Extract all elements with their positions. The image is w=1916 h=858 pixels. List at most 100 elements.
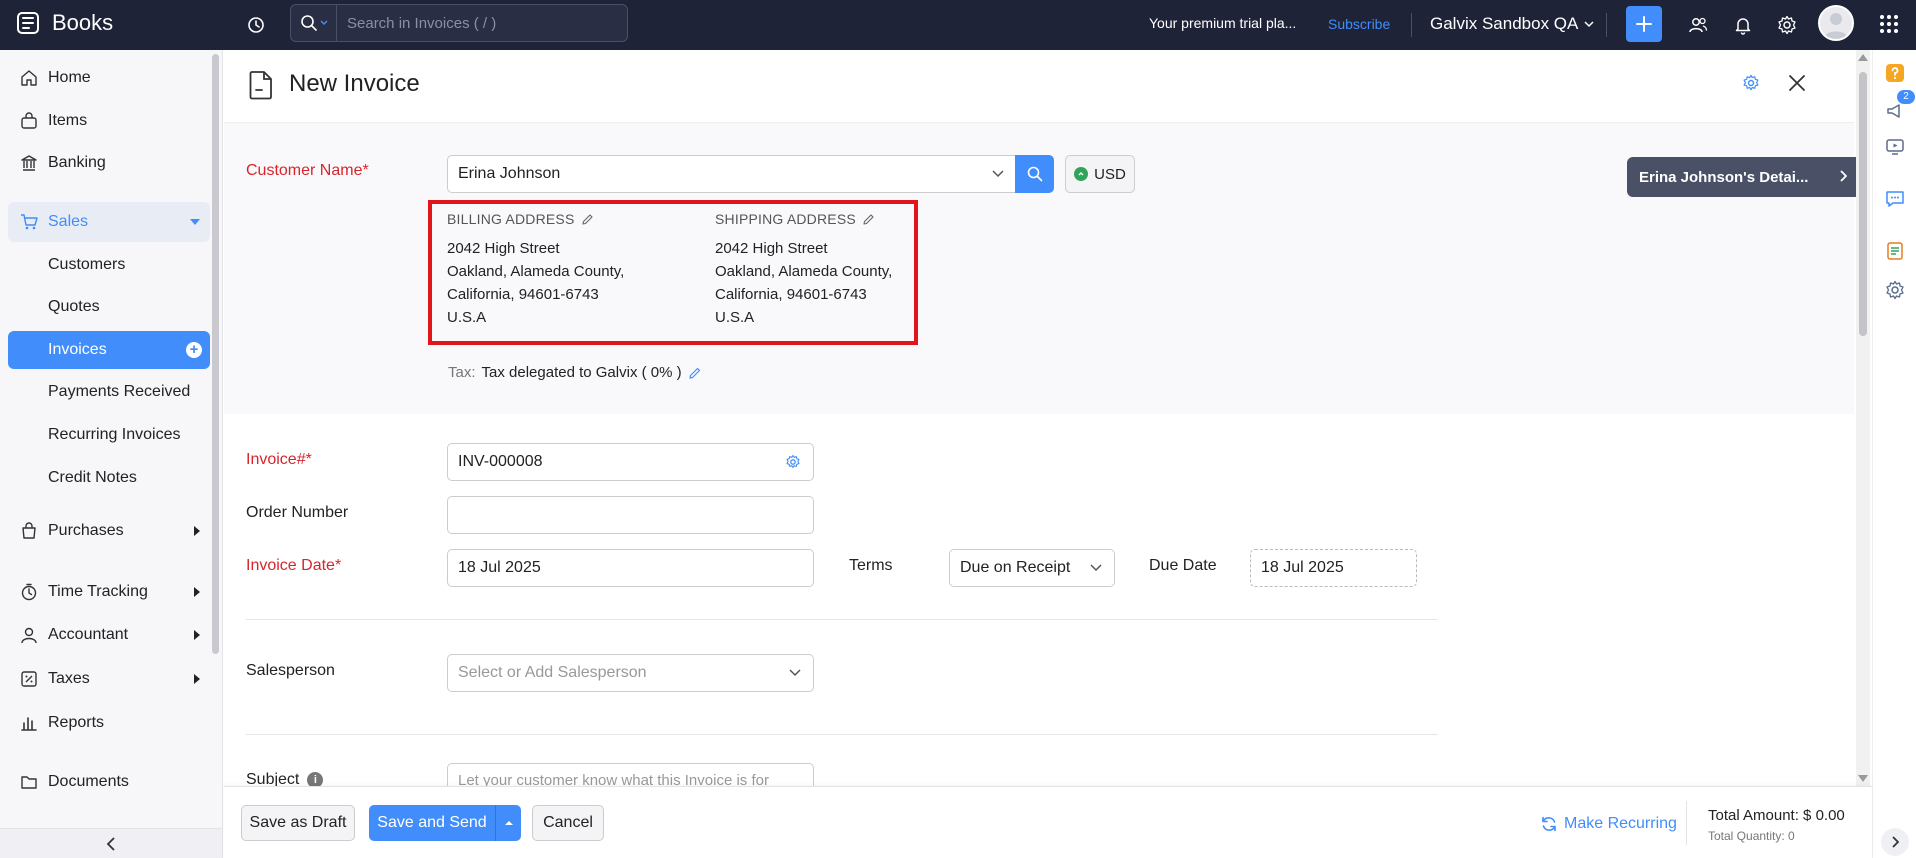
sidebar-item-time-tracking[interactable]: Time Tracking [8, 572, 210, 612]
sidebar-item-label: Quotes [48, 298, 100, 315]
info-icon[interactable]: i [307, 771, 324, 786]
caret-right-icon [194, 674, 200, 684]
invoice-number-field[interactable]: INV-000008 [447, 443, 814, 481]
currency-button[interactable]: USD [1065, 155, 1135, 193]
global-search [290, 4, 628, 42]
subscribe-link[interactable]: Subscribe [1328, 16, 1390, 32]
notes-icon[interactable] [1884, 240, 1906, 262]
sidebar-item-sales[interactable]: Sales [8, 202, 210, 242]
sidebar-item-recurring-invoices[interactable]: Recurring Invoices [8, 416, 210, 454]
sidebar-item-documents[interactable]: Documents [8, 762, 210, 802]
search-icon [300, 15, 317, 31]
chevron-right-icon [1840, 170, 1847, 182]
save-options-dropdown[interactable] [495, 805, 521, 841]
search-scope-dropdown[interactable] [291, 5, 337, 41]
caret-right-icon [194, 526, 200, 536]
bar-chart-icon [18, 712, 40, 734]
chevron-down-icon [992, 170, 1004, 178]
notification-bell-icon[interactable] [1730, 12, 1756, 38]
invoice-number-settings-gear-icon[interactable] [785, 454, 801, 470]
accountant-icon [18, 624, 40, 646]
customer-details-label: Erina Johnson's Detai... [1639, 168, 1809, 186]
tax-label: Tax: [448, 364, 476, 381]
invoice-date-value: 18 Jul 2025 [458, 559, 541, 576]
terms-select[interactable]: Due on Receipt [949, 549, 1115, 587]
save-and-send-button[interactable]: Save and Send [369, 805, 495, 841]
organization-name: Galvix Sandbox QA [1430, 14, 1579, 33]
avatar-icon [1824, 13, 1848, 39]
sidebar-item-credit-notes[interactable]: Credit Notes [8, 459, 210, 497]
sidebar-item-customers[interactable]: Customers [8, 246, 210, 284]
edit-pencil-icon[interactable] [688, 366, 702, 380]
page-title: New Invoice [289, 70, 420, 97]
sidebar-item-label: Credit Notes [48, 469, 137, 486]
make-recurring-link[interactable]: Make Recurring [1540, 815, 1677, 833]
page-header: New Invoice [224, 50, 1856, 122]
salesperson-placeholder: Select or Add Salesperson [458, 664, 647, 681]
address-line: Oakland, Alameda County, [447, 263, 625, 280]
sidebar-item-accountant[interactable]: Accountant [8, 615, 210, 655]
customer-details-button[interactable]: Erina Johnson's Detai... [1627, 157, 1856, 197]
shipping-address-heading: SHIPPING ADDRESS [715, 208, 892, 231]
search-input[interactable] [337, 5, 627, 41]
users-icon[interactable] [1685, 12, 1711, 38]
cancel-button[interactable]: Cancel [532, 805, 604, 841]
sidebar-scrollbar[interactable] [212, 54, 219, 654]
recent-history-icon[interactable] [243, 12, 269, 38]
form-settings-gear-icon[interactable] [1742, 74, 1760, 92]
make-recurring-label: Make Recurring [1564, 815, 1677, 832]
invoice-date-field[interactable]: 18 Jul 2025 [447, 549, 814, 587]
terms-label: Terms [849, 557, 893, 574]
video-tutorial-icon[interactable] [1884, 136, 1906, 158]
user-avatar[interactable] [1818, 5, 1854, 41]
settings-gear-icon[interactable] [1774, 12, 1800, 38]
scrollbar-thumb[interactable] [1859, 72, 1867, 336]
sidebar: Home Items Banking Sales Customers Quote… [0, 50, 223, 858]
sidebar-item-taxes[interactable]: Taxes [8, 659, 210, 699]
customer-name-select[interactable]: Erina Johnson [447, 155, 1017, 193]
main-scrollbar[interactable] [1856, 50, 1870, 786]
sidebar-item-label: Customers [48, 256, 126, 273]
app-logo[interactable]: Books [16, 10, 113, 36]
edit-pencil-icon[interactable] [862, 213, 875, 226]
quick-create-button[interactable] [1626, 6, 1662, 42]
sidebar-item-home[interactable]: Home [8, 58, 210, 98]
subject-textarea[interactable]: Let your customer know what this Invoice… [447, 763, 814, 786]
sidebar-item-label: Items [48, 112, 88, 129]
scroll-up-arrow-icon[interactable] [1858, 54, 1868, 61]
divider [1686, 801, 1687, 845]
save-as-draft-button[interactable]: Save as Draft [241, 805, 355, 841]
tax-row: Tax: Tax delegated to Galvix ( 0% ) [448, 364, 702, 381]
due-date-value: 18 Jul 2025 [1261, 559, 1344, 576]
sidebar-item-items[interactable]: Items [8, 101, 210, 141]
edit-pencil-icon[interactable] [581, 213, 594, 226]
sidebar-item-quotes[interactable]: Quotes [8, 288, 210, 326]
divider [1411, 13, 1412, 37]
rail-settings-gear-icon[interactable] [1884, 279, 1906, 301]
caret-right-icon [194, 587, 200, 597]
sidebar-item-label: Banking [48, 154, 106, 171]
add-invoice-icon[interactable]: + [186, 342, 202, 358]
due-date-field[interactable]: 18 Jul 2025 [1250, 549, 1417, 587]
expand-rail-button[interactable] [1881, 828, 1909, 856]
help-icon[interactable] [1884, 62, 1906, 84]
sidebar-item-purchases[interactable]: Purchases [8, 511, 210, 551]
customer-search-button[interactable] [1015, 155, 1054, 193]
address-line: 2042 High Street [715, 240, 828, 257]
collapse-sidebar-button[interactable] [0, 828, 222, 858]
sidebar-item-reports[interactable]: Reports [8, 703, 210, 743]
app-grid-icon[interactable] [1878, 13, 1902, 37]
close-icon[interactable] [1788, 74, 1806, 92]
salesperson-select[interactable]: Select or Add Salesperson [447, 654, 814, 692]
order-number-field[interactable] [447, 496, 814, 534]
address-line: California, 94601-6743 [715, 286, 867, 303]
divider [246, 619, 1438, 620]
scroll-down-arrow-icon[interactable] [1858, 775, 1868, 782]
chevron-left-icon [106, 836, 115, 851]
tax-value: Tax delegated to Galvix ( 0% ) [481, 364, 682, 381]
sidebar-item-invoices[interactable]: Invoices + [8, 331, 210, 369]
organization-switcher[interactable]: Galvix Sandbox QA [1430, 14, 1594, 34]
chat-icon[interactable] [1884, 188, 1906, 210]
sidebar-item-banking[interactable]: Banking [8, 143, 210, 183]
sidebar-item-payments-received[interactable]: Payments Received [8, 373, 210, 411]
